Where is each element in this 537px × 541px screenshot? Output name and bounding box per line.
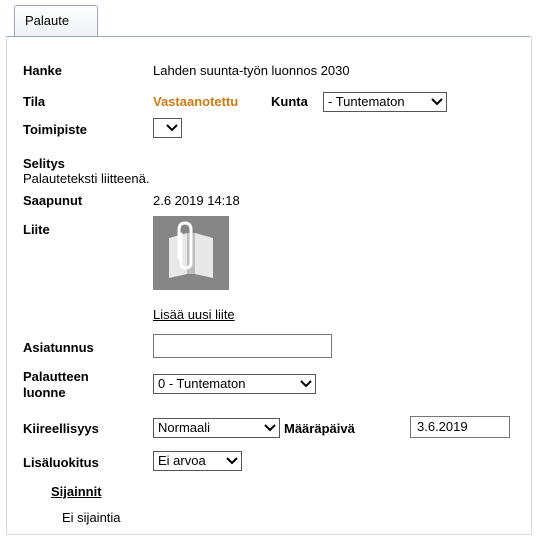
selitys-label: Selitys bbox=[23, 156, 65, 171]
chevron-down-icon bbox=[431, 98, 443, 106]
kiireellisyys-select[interactable]: Normaali bbox=[153, 418, 280, 438]
selitys-text: Palauteteksti liitteenä. bbox=[23, 171, 150, 186]
kiireellisyys-select-value: Normaali bbox=[158, 420, 211, 435]
kiireellisyys-label: Kiireellisyys bbox=[23, 421, 99, 436]
status-value: Vastaanotettu bbox=[153, 94, 239, 109]
paperclip-document-icon bbox=[169, 221, 213, 278]
hanke-value: Lahden suunta-työn luonnos 2030 bbox=[153, 63, 350, 78]
hanke-label: Hanke bbox=[23, 63, 63, 78]
luonne-label-line2: luonne bbox=[23, 385, 66, 400]
kunta-select[interactable]: - Tuntematon bbox=[323, 92, 447, 112]
toimipiste-label: Toimipiste bbox=[23, 122, 88, 137]
attachment-thumbnail[interactable] bbox=[153, 216, 229, 290]
tab-bar: Palaute bbox=[6, 0, 530, 37]
maarapaiva-label: Määräpäivä bbox=[284, 421, 355, 436]
kunta-label: Kunta bbox=[271, 94, 308, 109]
lisaluokitus-select[interactable]: Ei arvoa bbox=[153, 451, 242, 471]
luonne-select[interactable]: 0 - Tuntematon bbox=[153, 374, 316, 394]
tila-label: Tila bbox=[23, 94, 46, 109]
lisaluokitus-label: Lisäluokitus bbox=[23, 455, 99, 470]
sijainnit-empty-text: Ei sijaintia bbox=[62, 510, 121, 525]
kunta-select-value: - Tuntematon bbox=[328, 94, 405, 109]
asiatunnus-input[interactable] bbox=[153, 334, 332, 358]
saapunut-label: Saapunut bbox=[23, 193, 83, 208]
liite-label: Liite bbox=[23, 222, 50, 237]
toimipiste-select[interactable] bbox=[153, 118, 182, 138]
asiatunnus-label: Asiatunnus bbox=[23, 340, 94, 355]
chevron-down-icon bbox=[166, 124, 178, 132]
add-attachment-link[interactable]: Lisää uusi liite bbox=[153, 307, 235, 322]
lisaluokitus-select-value: Ei arvoa bbox=[158, 453, 206, 468]
chevron-down-icon bbox=[226, 457, 238, 465]
maarapaiva-input[interactable]: 3.6.2019 bbox=[410, 416, 510, 438]
chevron-down-icon bbox=[264, 424, 276, 432]
saapunut-value: 2.6 2019 14:18 bbox=[153, 193, 240, 208]
sijainnit-link[interactable]: Sijainnit bbox=[51, 484, 102, 499]
chevron-down-icon bbox=[300, 380, 312, 388]
tab-palaute[interactable]: Palaute bbox=[14, 5, 98, 36]
luonne-select-value: 0 - Tuntematon bbox=[158, 376, 246, 391]
luonne-label-line1: Palautteen bbox=[23, 369, 89, 384]
